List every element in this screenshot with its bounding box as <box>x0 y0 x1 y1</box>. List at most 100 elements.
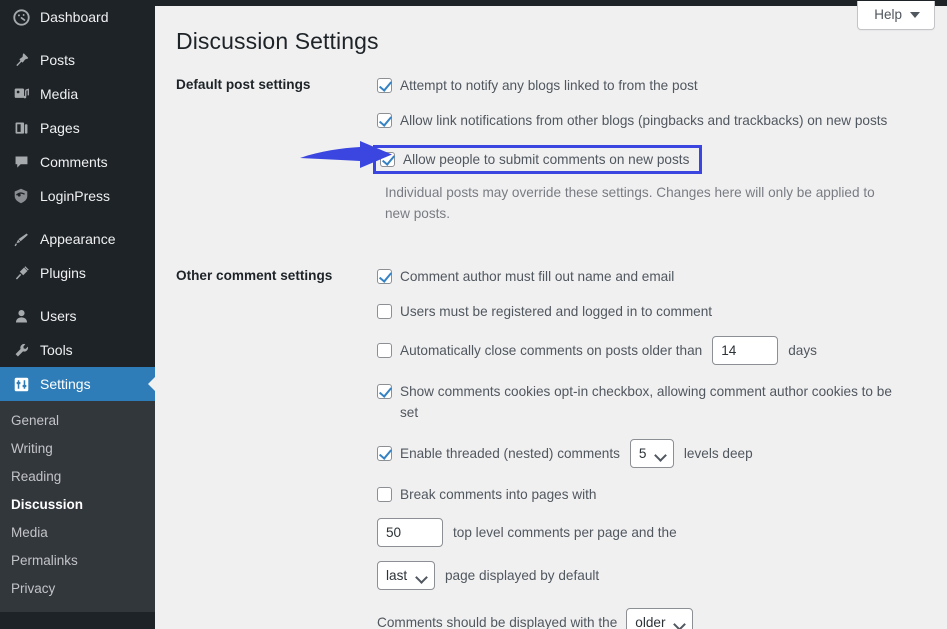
option-break-comments-pages[interactable]: Break comments into pages with <box>377 484 933 505</box>
sidebar-separator <box>0 290 155 299</box>
help-button-label: Help <box>874 7 902 22</box>
sidebar-item-label: Tools <box>40 342 73 358</box>
sidebar-item-users[interactable]: Users <box>0 299 155 333</box>
sidebar-item-plugins[interactable]: Plugins <box>0 256 155 290</box>
submenu-item-writing[interactable]: Writing <box>0 435 155 463</box>
main-content: Help Discussion Settings Default post se… <box>155 0 947 629</box>
row-fields-default-post-settings: Attempt to notify any blogs linked to fr… <box>373 75 947 224</box>
option-cookies-optin[interactable]: Show comments cookies opt-in checkbox, a… <box>377 381 933 423</box>
option-registered-users[interactable]: Users must be registered and logged in t… <box>377 301 933 322</box>
option-label: Users must be registered and logged in t… <box>400 304 713 319</box>
sidebar-item-label: Posts <box>40 52 76 68</box>
sidebar-item-settings[interactable]: Settings <box>0 367 155 401</box>
sidebar-item-label: LoginPress <box>40 188 111 204</box>
sidebar-item-posts[interactable]: Posts <box>0 43 155 77</box>
sidebar-item-label: Media <box>40 86 79 102</box>
row-other-comment-settings: Other comment settings Comment author mu… <box>155 266 947 629</box>
submenu-item-media[interactable]: Media <box>0 519 155 547</box>
pages-icon <box>11 118 31 138</box>
row-fields-other-comment-settings: Comment author must fill out name and em… <box>377 266 947 629</box>
submenu-item-general[interactable]: General <box>0 407 155 435</box>
sidebar-item-label: Appearance <box>40 231 116 247</box>
brush-icon <box>11 229 31 249</box>
option-allow-comments[interactable]: Allow people to submit comments on new p… <box>373 145 703 174</box>
checkbox-cookies-optin[interactable] <box>377 384 392 399</box>
display-order-select[interactable]: older <box>626 608 694 629</box>
option-label: Show comments cookies opt-in checkbox, a… <box>400 384 892 420</box>
comments-per-page-label: top level comments per page and the <box>453 525 677 540</box>
row-default-post-settings: Default post settings Attempt to notify … <box>155 75 947 224</box>
checkbox-threaded-comments[interactable] <box>377 446 392 461</box>
option-label: Enable threaded (nested) comments <box>400 446 620 461</box>
checkbox-registered-users[interactable] <box>377 304 392 319</box>
checkbox-allow-comments[interactable] <box>380 152 395 167</box>
sliders-icon <box>11 374 31 394</box>
submenu-item-discussion[interactable]: Discussion <box>0 491 155 519</box>
sidebar-item-dashboard[interactable]: Dashboard <box>0 0 155 34</box>
sidebar-item-label: Users <box>40 308 77 324</box>
discussion-settings-form: Default post settings Attempt to notify … <box>155 75 947 629</box>
days-suffix-label: days <box>788 343 817 358</box>
page-displayed-select-wrap: last <box>377 561 435 590</box>
row-comments-per-page: top level comments per page and the <box>377 518 933 547</box>
checkbox-auto-close[interactable] <box>377 343 392 358</box>
sidebar-item-tools[interactable]: Tools <box>0 333 155 367</box>
comment-bubble-icon <box>11 152 31 172</box>
chevron-down-icon <box>910 11 920 18</box>
sidebar-item-label: Pages <box>40 120 80 136</box>
sidebar-item-label: Settings <box>40 376 91 392</box>
sidebar-item-loginpress[interactable]: LoginPress <box>0 179 155 213</box>
checkbox-allow-link-notifications[interactable] <box>377 113 392 128</box>
option-label: Comment author must fill out name and em… <box>400 269 675 284</box>
help-button[interactable]: Help <box>857 1 935 30</box>
option-notify-blogs[interactable]: Attempt to notify any blogs linked to fr… <box>377 75 933 96</box>
checkbox-break-comments-pages[interactable] <box>377 487 392 502</box>
user-icon <box>11 306 31 326</box>
option-threaded-comments[interactable]: Enable threaded (nested) comments 5 leve… <box>377 439 933 468</box>
option-auto-close[interactable]: Automatically close comments on posts ol… <box>377 336 933 365</box>
auto-close-days-input[interactable] <box>712 336 779 365</box>
levels-deep-label: levels deep <box>683 446 753 461</box>
checkbox-notify-blogs[interactable] <box>377 78 392 93</box>
sidebar-item-pages[interactable]: Pages <box>0 111 155 145</box>
pin-icon <box>11 50 31 70</box>
sidebar-item-label: Dashboard <box>40 9 109 25</box>
submenu-item-privacy[interactable]: Privacy <box>0 575 155 603</box>
submenu-item-permalinks[interactable]: Permalinks <box>0 547 155 575</box>
sidebar-item-label: Comments <box>40 154 108 170</box>
option-label: Attempt to notify any blogs linked to fr… <box>400 78 698 93</box>
row-label-default-post-settings: Default post settings <box>176 77 311 92</box>
sidebar-item-appearance[interactable]: Appearance <box>0 222 155 256</box>
loginpress-icon <box>11 186 31 206</box>
row-page-displayed: last page displayed by default <box>377 561 933 590</box>
option-label: Automatically close comments on posts ol… <box>400 343 703 358</box>
wordpress-admin-screen: Dashboard Posts Media Pages Comments Log… <box>0 0 947 629</box>
settings-submenu: General Writing Reading Discussion Media… <box>0 401 155 612</box>
display-order-select-wrap: older <box>626 608 694 629</box>
threaded-levels-select[interactable]: 5 <box>629 439 674 468</box>
row-comment-display-order: Comments should be displayed with the ol… <box>377 608 897 629</box>
media-icon <box>11 84 31 104</box>
page-displayed-select[interactable]: last <box>377 561 435 590</box>
option-label: Allow link notifications from other blog… <box>400 113 888 128</box>
wrench-icon <box>11 340 31 360</box>
display-order-prefix-label: Comments should be displayed with the <box>377 615 618 629</box>
sidebar-item-media[interactable]: Media <box>0 77 155 111</box>
submenu-item-reading[interactable]: Reading <box>0 463 155 491</box>
default-post-settings-description: Individual posts may override these sett… <box>385 185 875 221</box>
option-label: Allow people to submit comments on new p… <box>403 152 690 167</box>
option-author-name-email[interactable]: Comment author must fill out name and em… <box>377 266 933 287</box>
comments-per-page-input[interactable] <box>377 518 443 547</box>
sidebar-separator <box>0 213 155 222</box>
sidebar-separator <box>0 34 155 43</box>
sidebar-item-comments[interactable]: Comments <box>0 145 155 179</box>
option-label: Break comments into pages with <box>400 487 597 502</box>
admin-sidebar: Dashboard Posts Media Pages Comments Log… <box>0 0 155 629</box>
dashboard-icon <box>11 7 31 27</box>
row-label-other-comment-settings: Other comment settings <box>176 268 333 283</box>
plug-icon <box>11 263 31 283</box>
page-displayed-label: page displayed by default <box>445 568 600 583</box>
page-title: Discussion Settings <box>176 28 379 54</box>
option-allow-link-notifications[interactable]: Allow link notifications from other blog… <box>377 110 933 131</box>
checkbox-author-name-email[interactable] <box>377 269 392 284</box>
